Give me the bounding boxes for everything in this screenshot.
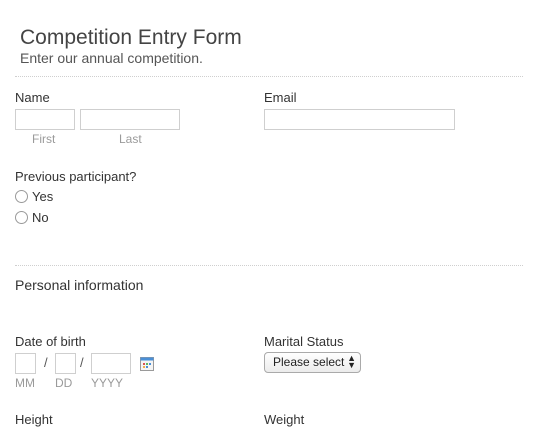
dob-day-input[interactable] — [55, 353, 76, 374]
radio-no-label[interactable]: No — [32, 210, 49, 225]
marital-status-select[interactable]: Please select ▲ ▼ — [264, 352, 361, 373]
email-input[interactable] — [264, 109, 455, 130]
last-name-sublabel: Last — [119, 132, 142, 146]
dob-dd-sublabel: DD — [55, 376, 73, 390]
dob-month-input[interactable] — [15, 353, 36, 374]
form-subtitle: Enter our annual competition. — [20, 50, 203, 66]
email-label: Email — [264, 90, 297, 105]
marital-status-label: Marital Status — [264, 334, 344, 349]
dob-year-input[interactable] — [91, 353, 131, 374]
section-divider — [15, 265, 523, 266]
name-label: Name — [15, 90, 50, 105]
dob-label: Date of birth — [15, 334, 86, 349]
previous-participant-label: Previous participant? — [15, 169, 137, 184]
dob-mm-sublabel: MM — [15, 376, 35, 390]
header-divider — [15, 76, 523, 77]
calendar-icon[interactable] — [140, 357, 154, 371]
radio-yes[interactable] — [15, 190, 28, 203]
radio-no[interactable] — [15, 211, 28, 224]
marital-status-selected: Please select — [273, 355, 345, 369]
dob-yyyy-sublabel: YYYY — [91, 376, 124, 390]
radio-yes-label[interactable]: Yes — [32, 189, 53, 204]
dob-separator-2: / — [80, 355, 84, 370]
personal-info-heading: Personal information — [15, 277, 144, 293]
first-name-sublabel: First — [32, 132, 56, 146]
form-title: Competition Entry Form — [20, 26, 242, 49]
last-name-input[interactable] — [80, 109, 180, 130]
dob-separator-1: / — [44, 355, 48, 370]
select-arrows-icon: ▲ ▼ — [347, 353, 356, 370]
first-name-input[interactable] — [15, 109, 75, 130]
